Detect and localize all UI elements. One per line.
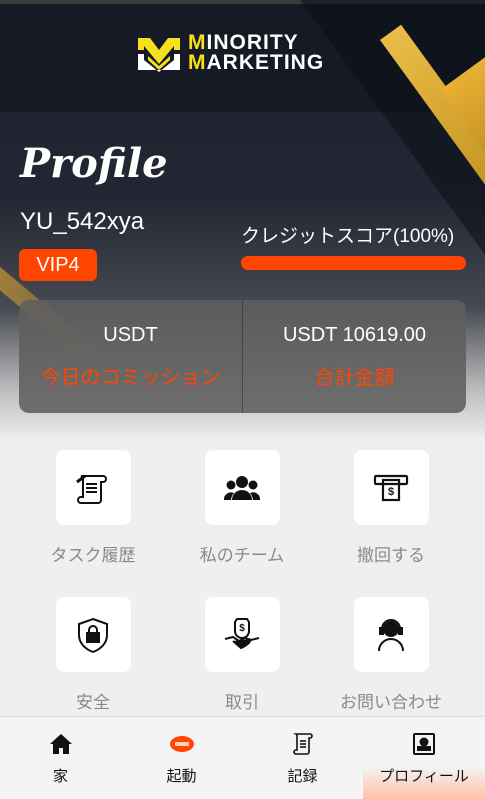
tab-home[interactable]: 家 [0,717,121,799]
tab-label: 家 [52,768,68,785]
tab-record[interactable]: 記録 [242,717,363,799]
menu-label: 撤回する [357,546,425,565]
menu-item-my-team[interactable]: 私のチーム [172,450,312,566]
brand-logo: MINORITY MARKETING [136,30,324,76]
credit-score-bar [241,256,466,270]
logo-mark-icon [138,38,180,72]
handshake-icon: $ [224,617,260,649]
total-amount-label: 合計金額 [314,366,395,389]
menu-label: タスク履歴 [50,546,136,565]
tab-profile[interactable]: プロフィール [363,717,485,799]
username: YU_542xya [20,208,145,235]
today-commission-value: USDT [103,323,158,346]
menu-tile[interactable]: $ [204,597,280,672]
menu-item-task-history[interactable]: タスク履歴 [23,450,163,566]
credit-score-label: クレジットスコア(100%) [241,226,455,247]
scroll-icon [76,474,107,504]
tab-label: 起動 [166,768,197,785]
tab-label: 記録 [287,768,318,785]
home-icon [49,734,72,754]
menu-tile[interactable] [55,597,131,672]
menu-label: 私のチーム [199,546,285,565]
logo-line2: ARKETING [206,51,325,74]
tab-label: プロフィール [379,768,469,785]
support-agent-icon [378,618,404,651]
svg-text:$: $ [239,623,245,634]
menu-item-contact[interactable]: お問い合わせ [321,597,461,713]
bottom-tab-bar: 家 起動 記録 プロフィール [0,716,485,799]
record-icon [292,733,313,755]
shield-lock-icon [78,617,108,653]
svg-text:$: $ [388,486,394,498]
menu-label: 安全 [76,693,110,712]
total-amount-stat: USDT 10619.00 合計金額 [242,300,466,413]
cash-withdraw-icon: $ [373,474,409,501]
total-amount-value: USDT 10619.00 [282,323,427,346]
team-icon [223,475,261,500]
menu-tile[interactable]: $ [353,450,429,525]
menu-item-withdraw[interactable]: $ 撤回する [321,450,461,566]
menu-label: 取引 [225,693,259,712]
menu-label: お問い合わせ [340,693,442,712]
menu-tile[interactable] [353,597,429,672]
start-badge-icon [169,736,194,752]
profile-card-icon [413,733,435,755]
stats-panel: USDT 今日のコミッション USDT 10619.00 合計金額 [19,300,466,413]
logo-text: MINORITY MARKETING [188,32,325,74]
logo-line2-accent: M [188,51,207,74]
vip-badge: VIP4 [19,249,97,281]
tab-start[interactable]: 起動 [121,717,242,799]
menu-tile[interactable] [204,450,280,525]
menu-tile[interactable] [55,450,131,525]
page-title: Profile [20,140,168,187]
menu-item-trade[interactable]: $ 取引 [172,597,312,713]
today-commission-label: 今日のコミッション [40,366,221,389]
today-commission-stat: USDT 今日のコミッション [19,300,242,413]
profile-hero: MINORITY MARKETING Profile YU_542xya VIP… [0,0,485,440]
menu-item-security[interactable]: 安全 [23,597,163,713]
